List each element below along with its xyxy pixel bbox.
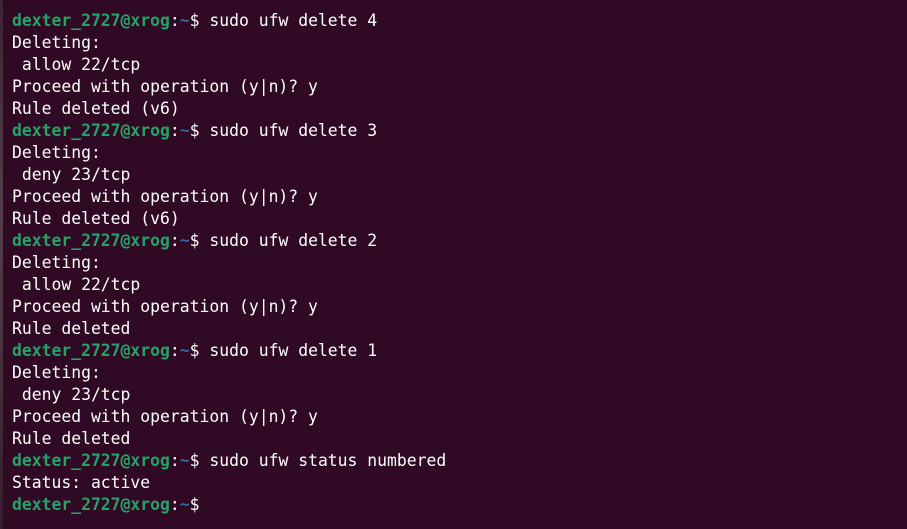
prompt-colon: : — [169, 451, 180, 470]
prompt-line: dexter_2727@xrog:~$ sudo ufw delete 4 — [12, 10, 907, 32]
command-text: sudo ufw delete 4 — [209, 11, 378, 30]
prompt-user-host: dexter_2727@xrog — [12, 121, 170, 140]
prompt-line: dexter_2727@xrog:~$ sudo ufw delete 3 — [12, 120, 907, 142]
output-line: Deleting: — [12, 253, 101, 272]
output-line: Rule deleted — [12, 319, 131, 338]
command-text: sudo ufw delete 3 — [209, 121, 378, 140]
prompt-colon: : — [169, 495, 180, 514]
output-line: Rule deleted (v6) — [12, 209, 180, 228]
active-prompt-line[interactable]: dexter_2727@xrog:~$ — [12, 494, 907, 516]
output-line: allow 22/tcp — [12, 55, 141, 74]
output-line: Status: active — [12, 473, 151, 492]
prompt-symbol: $ — [189, 495, 210, 514]
prompt-user-host: dexter_2727@xrog — [12, 495, 170, 514]
output-line: Rule deleted — [12, 429, 131, 448]
output-line: deny 23/tcp — [12, 165, 131, 184]
prompt-colon: : — [169, 121, 180, 140]
window-edge — [0, 0, 3, 529]
output-line: Proceed with operation (y|n)? y — [12, 297, 318, 316]
prompt-line: dexter_2727@xrog:~$ sudo ufw status numb… — [12, 450, 907, 472]
command-text: sudo ufw delete 2 — [209, 231, 378, 250]
prompt-user-host: dexter_2727@xrog — [12, 11, 170, 30]
prompt-path: ~ — [179, 11, 190, 30]
terminal-window[interactable]: dexter_2727@xrog:~$ sudo ufw delete 4 De… — [0, 0, 907, 529]
prompt-symbol: $ — [189, 451, 210, 470]
prompt-symbol: $ — [189, 121, 210, 140]
prompt-user-host: dexter_2727@xrog — [12, 451, 170, 470]
prompt-colon: : — [169, 341, 180, 360]
output-line: Proceed with operation (y|n)? y — [12, 77, 318, 96]
prompt-symbol: $ — [189, 11, 210, 30]
output-line: Deleting: — [12, 363, 101, 382]
prompt-colon: : — [169, 11, 180, 30]
prompt-path: ~ — [179, 451, 190, 470]
output-line: Deleting: — [12, 33, 101, 52]
output-line: Proceed with operation (y|n)? y — [12, 187, 318, 206]
output-line: Deleting: — [12, 143, 101, 162]
prompt-path: ~ — [179, 231, 190, 250]
prompt-user-host: dexter_2727@xrog — [12, 341, 170, 360]
output-line: Proceed with operation (y|n)? y — [12, 407, 318, 426]
prompt-path: ~ — [179, 341, 190, 360]
output-line: allow 22/tcp — [12, 275, 141, 294]
command-text: sudo ufw status numbered — [209, 451, 447, 470]
prompt-symbol: $ — [189, 341, 210, 360]
output-line: deny 23/tcp — [12, 385, 131, 404]
prompt-user-host: dexter_2727@xrog — [12, 231, 170, 250]
command-text: sudo ufw delete 1 — [209, 341, 378, 360]
prompt-path: ~ — [179, 121, 190, 140]
prompt-symbol: $ — [189, 231, 210, 250]
prompt-line: dexter_2727@xrog:~$ sudo ufw delete 2 — [12, 230, 907, 252]
prompt-colon: : — [169, 231, 180, 250]
output-line: Rule deleted (v6) — [12, 99, 180, 118]
prompt-line: dexter_2727@xrog:~$ sudo ufw delete 1 — [12, 340, 907, 362]
prompt-path: ~ — [179, 495, 190, 514]
